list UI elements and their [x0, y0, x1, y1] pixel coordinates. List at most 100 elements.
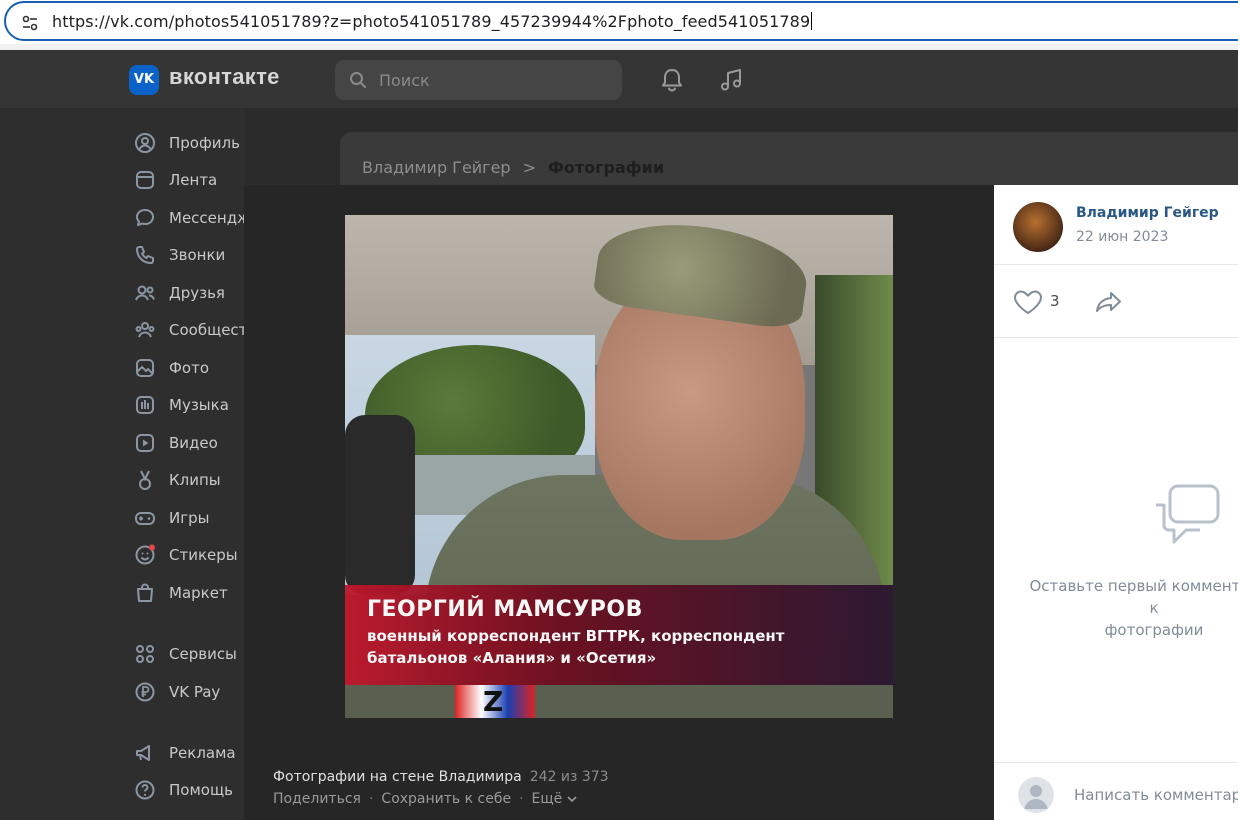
- browser-url-bar: https://vk.com/photos541051789?z=photo54…: [0, 0, 1238, 44]
- vk-logo-text[interactable]: вконтакте: [169, 64, 280, 90]
- caption-line-2: батальонов «Алания» и «Осетия»: [367, 649, 657, 667]
- empty-comments-line-1: Оставьте первый комментарий к: [1029, 577, 1238, 617]
- friends-icon: [135, 285, 155, 301]
- text-caret: [811, 12, 813, 30]
- sidebar-item-label: Мессенджер: [169, 209, 248, 227]
- search-placeholder: Поиск: [379, 71, 430, 90]
- sidebar-item-stickers[interactable]: Стикеры: [133, 540, 248, 570]
- action-separator: ·: [368, 791, 374, 807]
- sidebar-item-label: Игры: [169, 509, 210, 527]
- address-field[interactable]: https://vk.com/photos541051789?z=photo54…: [4, 1, 1238, 41]
- breadcrumb-current: Фотографии: [548, 158, 665, 177]
- sidebar-item-market[interactable]: Маркет: [133, 578, 248, 608]
- phone-icon: [136, 246, 154, 264]
- chevron-down-icon: [567, 796, 577, 803]
- messenger-icon: [136, 209, 154, 226]
- sidebar-item-label: Маркет: [169, 584, 228, 602]
- sidebar-item-profile[interactable]: Профиль: [133, 128, 248, 158]
- album-info: Фотографии на стене Владимира 242 из 373: [273, 769, 609, 785]
- vk-logo-icon[interactable]: VK: [129, 65, 159, 95]
- site-settings-icon[interactable]: [20, 13, 40, 33]
- sidebar-item-label: Стикеры: [169, 546, 238, 564]
- sidebar-item-label: Реклама: [169, 744, 236, 762]
- ads-icon: [136, 745, 150, 761]
- sidebar-item-help[interactable]: Помощь: [133, 775, 248, 805]
- sidebar-item-games[interactable]: Игры: [133, 503, 248, 533]
- sidebar-item-feed[interactable]: Лента: [133, 165, 248, 195]
- action-separator: ·: [519, 791, 524, 807]
- sidebar-item-label: Звонки: [169, 246, 226, 264]
- tv-lower-third: ГЕОРГИЙ МАМСУРОВ военный корреспондент В…: [345, 585, 893, 685]
- clips-icon: [139, 470, 151, 490]
- help-icon: [135, 780, 155, 800]
- url-text[interactable]: https://vk.com/photos541051789?z=photo54…: [52, 12, 813, 31]
- divider: [994, 762, 1238, 763]
- video-icon: [136, 434, 154, 452]
- search-input[interactable]: Поиск: [335, 60, 622, 100]
- market-icon: [137, 583, 153, 602]
- photo-icon: [136, 359, 154, 377]
- caption-name: ГЕОРГИЙ МАМСУРОВ: [367, 597, 643, 622]
- breadcrumb-separator: >: [522, 158, 536, 177]
- breadcrumb-link[interactable]: Владимир Гейгер: [362, 158, 511, 177]
- sidebar-item-photo[interactable]: Фото: [133, 353, 248, 383]
- sidebar-item-phone[interactable]: Звонки: [133, 240, 248, 270]
- photo-image[interactable]: ГЕОРГИЙ МАМСУРОВ военный корреспондент В…: [345, 215, 893, 718]
- photo-counter: 242 из 373: [529, 769, 609, 785]
- vkpay-icon: [135, 682, 155, 702]
- bell-icon[interactable]: [658, 66, 686, 94]
- comment-bubble-icon: [1156, 484, 1220, 544]
- divider: [994, 264, 1238, 265]
- sidebar-item-vkpay[interactable]: VK Pay: [133, 677, 248, 707]
- more-button[interactable]: Ещё: [532, 791, 577, 807]
- photo-lower-strip: [345, 685, 893, 718]
- patch-letter: Z: [483, 685, 504, 718]
- sidebar-item-label: Сервисы: [169, 645, 237, 663]
- sidebar-item-label: Помощь: [169, 781, 233, 799]
- sidebar-item-clips[interactable]: Клипы: [133, 465, 248, 495]
- empty-comments-line-2: фотографии: [1104, 621, 1204, 639]
- sidebar-item-label: Видео: [169, 434, 218, 452]
- post-date[interactable]: 22 июн 2023: [1076, 229, 1168, 245]
- breadcrumb: Владимир Гейгер > Фотографии: [362, 158, 664, 177]
- sidebar-item-friends[interactable]: Друзья: [133, 278, 248, 308]
- author-name[interactable]: Владимир Гейгер: [1076, 205, 1219, 221]
- avatar[interactable]: [1013, 202, 1063, 252]
- search-icon: [350, 72, 366, 88]
- sidebar-item-messenger[interactable]: Мессенджер: [133, 203, 248, 233]
- empty-comments-text: Оставьте первый комментарий к фотографии: [1024, 575, 1238, 641]
- sidebar-item-music[interactable]: Музыка: [133, 390, 248, 420]
- sidebar-item-video[interactable]: Видео: [133, 428, 248, 458]
- save-to-self-button[interactable]: Сохранить к себе: [381, 791, 511, 807]
- photo-info-panel: Владимир Гейгер 22 июн 2023 3 Оставьте п…: [994, 185, 1238, 820]
- user-avatar-icon: [1018, 777, 1054, 813]
- sidebar-item-communities[interactable]: Сообщества: [133, 315, 248, 345]
- sidebar-item-services[interactable]: Сервисы: [133, 639, 248, 669]
- stickers-icon: [135, 544, 155, 565]
- share-icon[interactable]: [1094, 289, 1124, 315]
- sidebar-item-label: Сообщества: [169, 321, 248, 339]
- feed-icon: [136, 171, 154, 189]
- music-icon[interactable]: [718, 66, 746, 94]
- sidebar-item-label: Друзья: [169, 284, 225, 302]
- photo-viewer: ГЕОРГИЙ МАМСУРОВ военный корреспондент В…: [244, 185, 994, 820]
- comment-input[interactable]: Написать комментарий...: [1074, 786, 1238, 804]
- sidebar-item-label: Лента: [169, 171, 218, 189]
- divider: [994, 337, 1238, 338]
- album-title[interactable]: Фотографии на стене Владимира: [273, 769, 522, 785]
- games-icon: [135, 512, 155, 525]
- services-icon: [136, 645, 154, 663]
- profile-icon: [135, 133, 155, 153]
- share-button[interactable]: Поделиться: [273, 791, 361, 807]
- more-label: Ещё: [531, 791, 563, 807]
- photo-seat: [345, 415, 415, 595]
- caption-line-1: военный корреспондент ВГТРК, корреспонде…: [367, 627, 785, 645]
- sidebar-item-label: VK Pay: [169, 683, 221, 701]
- photo-actions: Поделиться · Сохранить к себе · Ещё: [273, 791, 577, 807]
- music-icon: [136, 396, 154, 414]
- sidebar-item-label: Клипы: [169, 471, 221, 489]
- heart-icon[interactable]: [1013, 289, 1043, 315]
- sidebar-item-label: Фото: [169, 359, 210, 377]
- like-count: 3: [1050, 292, 1060, 310]
- sidebar-item-ads[interactable]: Реклама: [133, 738, 248, 768]
